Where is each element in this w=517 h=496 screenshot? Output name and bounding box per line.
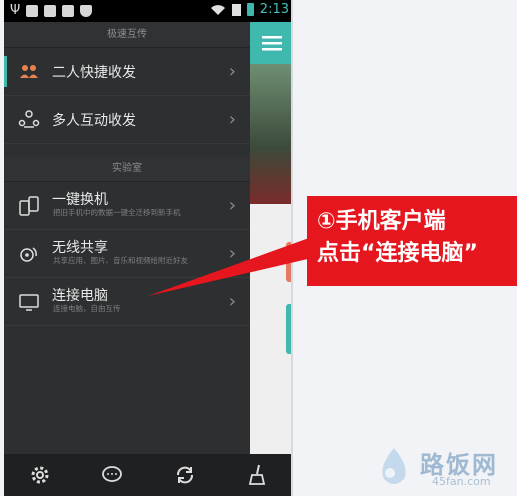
callout-line-1: ①手机客户端 — [317, 209, 446, 234]
watermark-logo-icon — [382, 448, 406, 484]
callout-annotation: ①手机客户端 点击“连接电脑” — [307, 196, 517, 286]
callout-line-2: 点击“连接电脑” — [317, 241, 478, 266]
watermark-site: 45fan.com — [432, 475, 491, 488]
